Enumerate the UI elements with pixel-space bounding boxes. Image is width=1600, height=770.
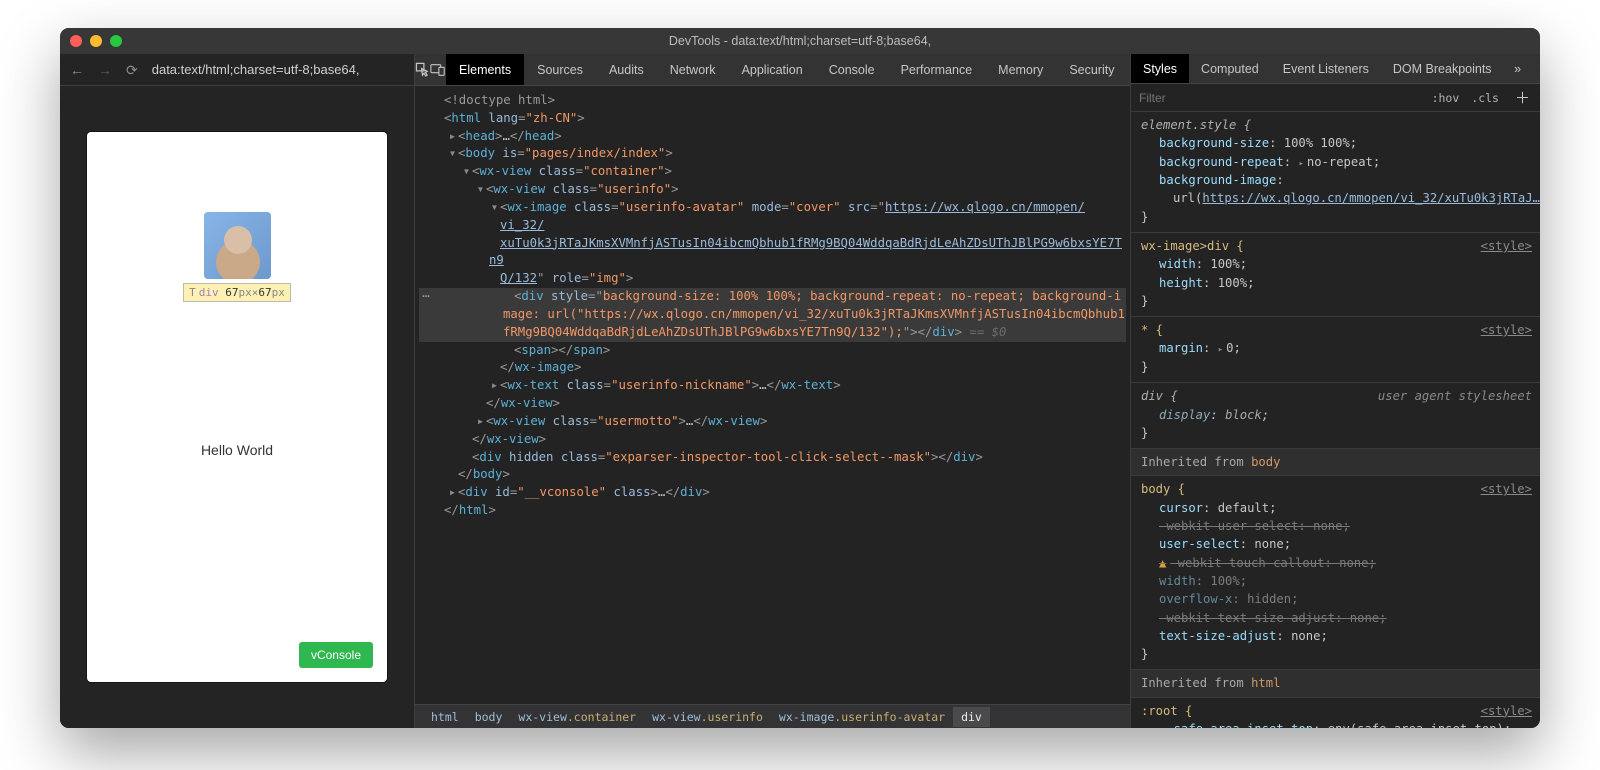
expand-arrow-icon[interactable] — [489, 199, 500, 217]
minimize-window-button[interactable] — [90, 35, 102, 47]
tooltip-px1: px — [239, 286, 252, 299]
crumb-avatar[interactable]: wx-image.userinfo-avatar — [771, 707, 953, 727]
vconsole-button[interactable]: vConsole — [299, 642, 373, 668]
cls-toggle[interactable]: .cls — [1465, 91, 1505, 105]
content-area: ← → ⟳ data:text/html;charset=utf-8;base6… — [60, 54, 1540, 728]
expand-arrow-icon[interactable] — [461, 163, 472, 181]
expand-arrow-icon[interactable] — [475, 413, 486, 431]
rule-source-link[interactable]: <style> — [1481, 702, 1532, 720]
tag-span[interactable]: span — [521, 343, 551, 357]
address-text[interactable]: data:text/html;charset=utf-8;base64, — [152, 62, 404, 77]
tab-application[interactable]: Application — [729, 54, 816, 85]
maximize-window-button[interactable] — [110, 35, 122, 47]
tag-body[interactable]: body — [465, 146, 495, 160]
rule-selector: element.style { — [1141, 116, 1532, 134]
tag-mask-div[interactable]: div — [479, 450, 501, 464]
nav-reload-icon[interactable]: ⟳ — [126, 63, 138, 77]
crumb-html[interactable]: html — [423, 707, 467, 727]
nav-back-icon[interactable]: ← — [70, 63, 84, 77]
tag-head[interactable]: head — [465, 129, 495, 143]
rule-div-ua[interactable]: div {user agent stylesheet display: bloc… — [1131, 383, 1540, 449]
device-preview-area: T div 67 px × 67 px Hello World vConsole — [60, 86, 414, 728]
tab-event-listeners[interactable]: Event Listeners — [1271, 54, 1381, 83]
tag-wximage[interactable]: <wx-image class="userinfo-avatar" mode="… — [419, 199, 1126, 288]
tab-audits[interactable]: Audits — [596, 54, 657, 85]
styles-pane: Styles Computed Event Listeners DOM Brea… — [1130, 54, 1540, 728]
tab-security[interactable]: Security — [1056, 54, 1127, 85]
tab-performance[interactable]: Performance — [888, 54, 986, 85]
elements-pane: Elements Sources Audits Network Applicat… — [415, 54, 1130, 728]
rule-body[interactable]: body {<style> cursor: default; -webkit-u… — [1131, 476, 1540, 670]
tab-dom-breakpoints[interactable]: DOM Breakpoints — [1381, 54, 1504, 83]
tag-vconsole-div[interactable]: div — [465, 485, 487, 499]
expand-arrow-icon[interactable] — [475, 181, 486, 199]
tooltip-tag: div — [199, 286, 219, 299]
crumb-body[interactable]: body — [467, 707, 511, 727]
tooltip-times: × — [252, 286, 259, 299]
styles-filter-input[interactable] — [1131, 84, 1426, 111]
inspect-element-icon[interactable] — [415, 54, 430, 85]
tab-network[interactable]: Network — [657, 54, 729, 85]
address-bar: ← → ⟳ data:text/html;charset=utf-8;base6… — [60, 54, 414, 86]
rule-element-style[interactable]: element.style { background-size: 100% 10… — [1131, 112, 1540, 233]
inherited-from-body: Inherited from body — [1131, 449, 1540, 476]
styles-filter-bar: :hov .cls ＋ — [1131, 84, 1540, 112]
devtools-tabs: Elements Sources Audits Network Applicat… — [415, 54, 1130, 86]
warning-icon: ▲ — [1159, 556, 1166, 570]
selected-dom-node[interactable]: <div style="background-size: 100% 100%; … — [419, 288, 1126, 341]
tag-wxview-userinfo[interactable]: wx-view — [493, 182, 545, 196]
rule-source-link[interactable]: <style> — [1481, 321, 1532, 339]
style-rules-list[interactable]: element.style { background-size: 100% 10… — [1131, 112, 1540, 728]
styles-tabs: Styles Computed Event Listeners DOM Brea… — [1131, 54, 1540, 84]
expand-arrow-icon[interactable] — [447, 128, 458, 146]
inherited-from-html: Inherited from html — [1131, 670, 1540, 697]
expand-arrow-icon[interactable] — [447, 145, 458, 163]
device-frame: T div 67 px × 67 px Hello World vConsole — [87, 132, 387, 682]
rule-source-link[interactable]: <style> — [1481, 237, 1532, 255]
hello-world-text: Hello World — [201, 442, 273, 458]
tab-computed[interactable]: Computed — [1189, 54, 1271, 83]
tab-memory[interactable]: Memory — [985, 54, 1056, 85]
hov-toggle[interactable]: :hov — [1426, 91, 1466, 105]
crumb-userinfo[interactable]: wx-view.userinfo — [644, 707, 771, 727]
devtools-window: DevTools - data:text/html;charset=utf-8;… — [60, 28, 1540, 728]
doctype-line: <!doctype html> — [444, 93, 555, 107]
tag-wxtext[interactable]: wx-text — [507, 378, 559, 392]
rule-root[interactable]: :root {<style> --safe-area-inset-top: en… — [1131, 698, 1540, 728]
tab-styles[interactable]: Styles — [1131, 54, 1189, 83]
new-style-rule-icon[interactable]: ＋ — [1505, 87, 1540, 108]
expand-arrow-icon[interactable] — [447, 484, 458, 502]
dom-tree[interactable]: <!doctype html> <html lang="zh-CN"> <hea… — [415, 86, 1130, 704]
tooltip-width: 67 — [225, 286, 238, 299]
rule-star[interactable]: * {<style> margin: ▸0; } — [1131, 317, 1540, 383]
device-pane: ← → ⟳ data:text/html;charset=utf-8;base6… — [60, 54, 415, 728]
window-title: DevTools - data:text/html;charset=utf-8;… — [60, 34, 1540, 48]
rule-wximage-div[interactable]: wx-image>div {<style> width: 100%; heigh… — [1131, 233, 1540, 317]
tab-sources[interactable]: Sources — [524, 54, 596, 85]
tag-wxview-container[interactable]: wx-view — [479, 164, 531, 178]
rule-source-link[interactable]: <style> — [1481, 480, 1532, 498]
crumb-container[interactable]: wx-view.container — [510, 707, 644, 727]
dom-breadcrumb: html body wx-view.container wx-view.user… — [415, 704, 1130, 728]
avatar-preview[interactable] — [204, 212, 271, 279]
device-toolbar-icon[interactable] — [430, 54, 446, 85]
expand-arrow-icon[interactable] — [489, 377, 500, 395]
tag-wxview-usermotto[interactable]: wx-view — [493, 414, 545, 428]
styles-tabs-overflow-icon[interactable]: » — [1504, 54, 1532, 83]
tab-console[interactable]: Console — [816, 54, 888, 85]
close-window-button[interactable] — [70, 35, 82, 47]
window-titlebar: DevTools - data:text/html;charset=utf-8;… — [60, 28, 1540, 54]
tooltip-height: 67 — [258, 286, 271, 299]
window-controls — [70, 35, 122, 47]
tab-elements[interactable]: Elements — [446, 54, 524, 85]
element-dimensions-tooltip: T div 67 px × 67 px — [183, 283, 291, 302]
tooltip-prefix: T — [189, 286, 196, 299]
nav-forward-icon[interactable]: → — [98, 63, 112, 77]
tooltip-px2: px — [272, 286, 285, 299]
crumb-div[interactable]: div — [953, 707, 990, 727]
tag-html[interactable]: html — [451, 111, 481, 125]
